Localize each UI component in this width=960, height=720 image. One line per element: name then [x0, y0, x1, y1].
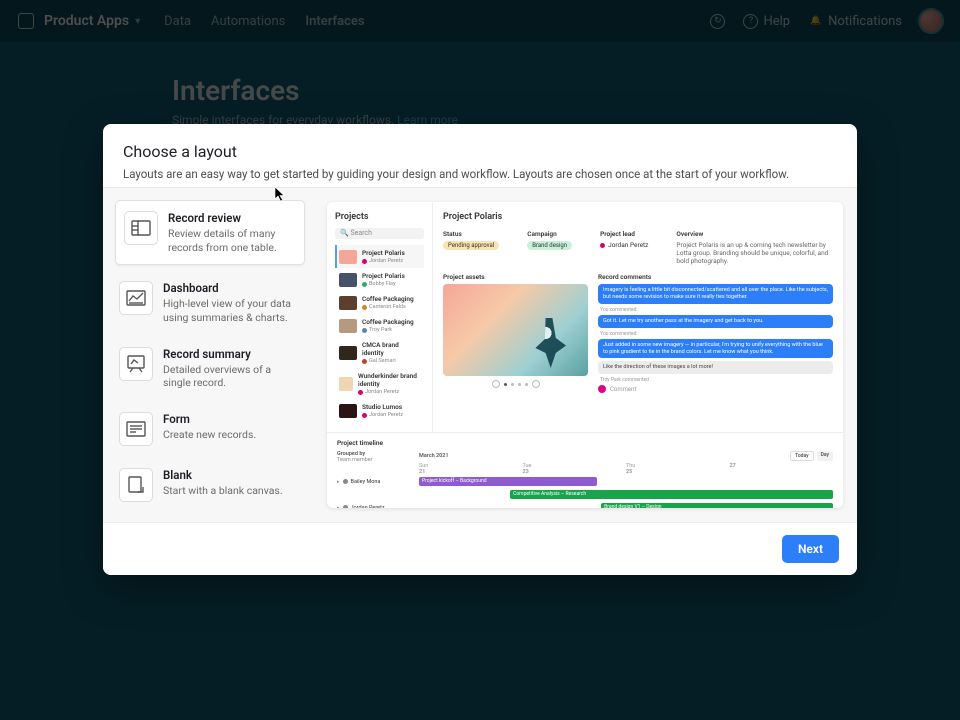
- timeline-bar: Competitive Analysis – Research: [510, 490, 833, 499]
- form-icon: [119, 412, 153, 446]
- layout-preview-pane: Projects 🔍 Search Project PolarisJordan …: [317, 188, 857, 522]
- preview-list-item: Coffee PackagingCameron Falds: [335, 291, 424, 314]
- layout-name: Blank: [163, 468, 283, 482]
- prev-icon: [492, 380, 500, 388]
- comment-meta: Troy Park commented: [600, 377, 833, 383]
- next-button[interactable]: Next: [782, 535, 839, 563]
- comment-bubble: Like the direction of these images a lot…: [598, 361, 833, 374]
- timeline-bar: Project kickoff – Background: [419, 477, 597, 486]
- layout-preview: Projects 🔍 Search Project PolarisJordan …: [327, 202, 843, 508]
- blank-icon: [119, 468, 153, 502]
- preview-comment-input: Comment: [598, 385, 833, 393]
- timeline-row: Jordan PeretzBrand design V1 – Design: [337, 501, 833, 508]
- avatar-icon: [598, 385, 606, 393]
- timeline-tab-day: Day: [817, 451, 833, 461]
- preview-assets: Project assets: [443, 273, 588, 393]
- layout-name: Form: [163, 412, 256, 426]
- layout-name: Record review: [168, 211, 296, 225]
- preview-list-item: Project PolarisJordan Peretz: [335, 245, 424, 268]
- status-pill: Pending approval: [443, 241, 499, 250]
- preview-comments: Record comments Imagery is feeling a lit…: [598, 273, 833, 393]
- record-review-icon: [124, 211, 158, 245]
- layout-option-record-review[interactable]: Record review Review details of many reco…: [115, 200, 305, 265]
- layout-option-dashboard[interactable]: Dashboard High-level view of your data us…: [115, 275, 305, 330]
- preview-list-item: CMCA brand identityGal Samari: [335, 337, 424, 368]
- layout-desc: Review details of many records from one …: [168, 227, 296, 254]
- timeline-row: Competitive Analysis – Research: [337, 488, 833, 501]
- next-icon: [532, 380, 540, 388]
- preview-sidebar-title: Projects: [335, 212, 424, 222]
- campaign-pill: Brand design: [527, 241, 572, 250]
- choose-layout-modal: Choose a layout Layouts are an easy way …: [103, 124, 857, 575]
- preview-meta: StatusPending approval CampaignBrand des…: [443, 230, 833, 265]
- modal-overlay[interactable]: Choose a layout Layouts are an easy way …: [0, 0, 960, 720]
- modal-subtitle: Layouts are an easy way to get started b…: [123, 167, 837, 181]
- layout-option-blank[interactable]: Blank Start with a blank canvas.: [115, 462, 305, 508]
- record-summary-icon: [119, 347, 153, 381]
- layout-name: Record summary: [163, 347, 301, 361]
- timeline-tab-today: Today: [790, 451, 813, 461]
- comment-bubble: Got it. Let me try another pass at the i…: [598, 315, 833, 328]
- preview-carousel-controls: [443, 380, 588, 388]
- layout-name: Dashboard: [163, 281, 301, 295]
- layout-option-record-summary[interactable]: Record summary Detailed overviews of a si…: [115, 341, 305, 396]
- preview-list-item: Coffee PackagingTroy Park: [335, 314, 424, 337]
- dashboard-icon: [119, 281, 153, 315]
- layout-desc: High-level view of your data using summa…: [163, 297, 301, 324]
- comment-meta: You commented: [600, 307, 833, 313]
- layout-desc: Create new records.: [163, 428, 256, 442]
- layout-options-list: Record review Review details of many reco…: [103, 188, 317, 522]
- preview-search: 🔍 Search: [335, 228, 424, 239]
- comment-bubble: Imagery is feeling a little bit disconne…: [598, 284, 833, 304]
- timeline-bar: Brand design V1 – Design: [601, 503, 833, 508]
- comment-meta: You commented: [600, 331, 833, 337]
- layout-desc: Detailed overviews of a single record.: [163, 363, 301, 390]
- layout-option-form[interactable]: Form Create new records.: [115, 406, 305, 452]
- preview-sidebar: Projects 🔍 Search Project PolarisJordan …: [327, 202, 433, 432]
- preview-list-item: Project PolarisBobby Flay: [335, 268, 424, 291]
- preview-timeline: Project timeline Grouped by Team member …: [327, 433, 843, 508]
- preview-list-item: Studio LumosJordan Peretz: [335, 399, 424, 422]
- preview-record-title: Project Polaris: [443, 212, 833, 222]
- preview-asset-image: [443, 284, 588, 376]
- layout-desc: Start with a blank canvas.: [163, 484, 283, 498]
- timeline-row: Bailey MonaProject kickoff – Background: [337, 475, 833, 488]
- comment-bubble: Just added in some new imagery — in part…: [598, 339, 833, 359]
- preview-detail: Project Polaris StatusPending approval C…: [433, 202, 843, 432]
- modal-title: Choose a layout: [123, 142, 837, 161]
- preview-list-item: Wunderkinder brand identityJordan Peretz: [335, 368, 424, 399]
